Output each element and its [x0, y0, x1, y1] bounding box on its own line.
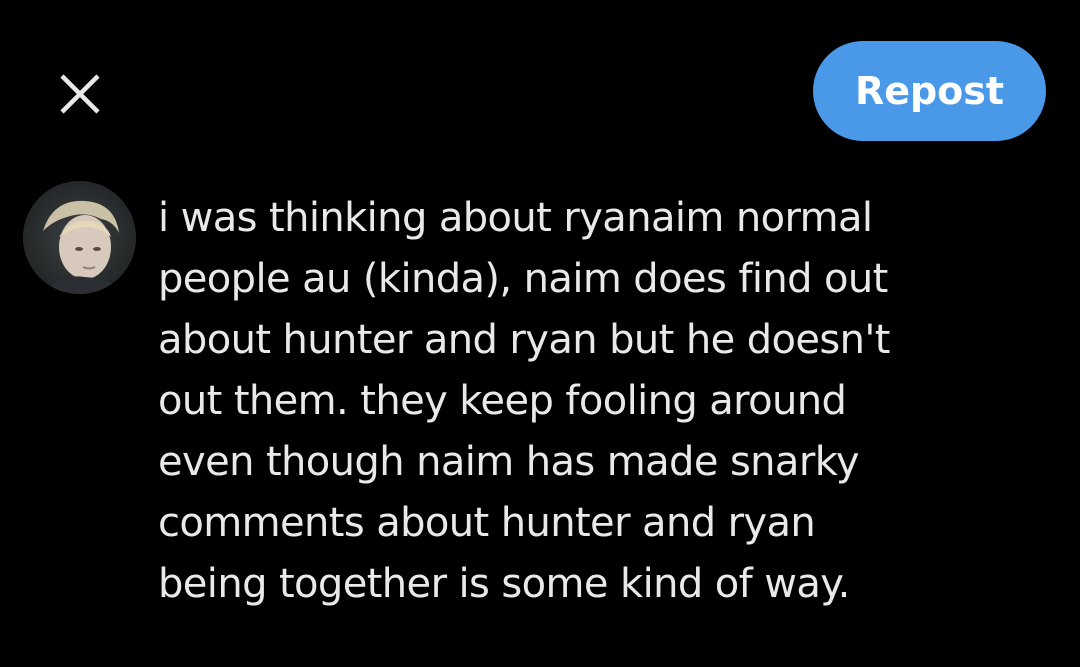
avatar-image	[23, 181, 136, 294]
close-button[interactable]	[52, 66, 108, 122]
repost-button[interactable]: Repost	[813, 41, 1046, 141]
avatar[interactable]	[23, 181, 136, 294]
close-icon	[60, 74, 100, 114]
post-text: i was thinking about ryanaim normal peop…	[158, 195, 890, 607]
